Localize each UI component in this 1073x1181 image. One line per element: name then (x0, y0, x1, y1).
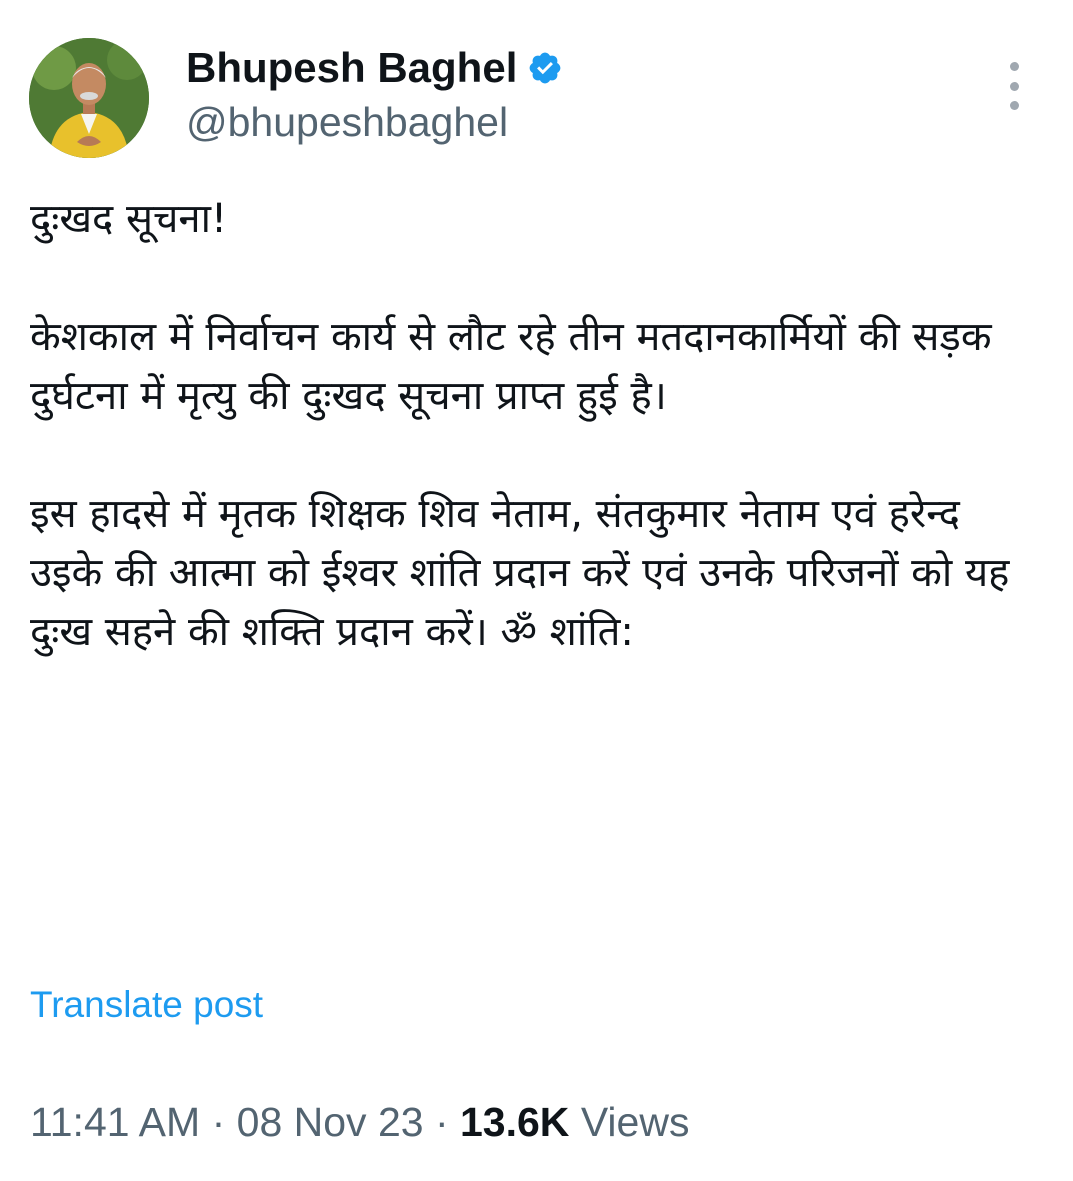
avatar-image (29, 38, 149, 158)
post-paragraph: इस हादसे में मृतक शिक्षक शिव नेताम, संतक… (30, 491, 1010, 655)
verified-badge-icon (527, 50, 563, 86)
views-count[interactable]: 13.6K (460, 1099, 569, 1145)
post-time[interactable]: 11:41 AM (30, 1099, 200, 1145)
post-header: Bhupesh Baghel @bhupeshbaghel (0, 0, 1073, 170)
author-handle[interactable]: @bhupeshbaghel (186, 96, 508, 148)
more-options-icon[interactable] (994, 62, 1034, 110)
more-dot (1009, 81, 1019, 91)
post-date[interactable]: 08 Nov 23 (237, 1099, 424, 1145)
views-label[interactable]: Views (569, 1099, 690, 1145)
author-name-row[interactable]: Bhupesh Baghel (186, 42, 563, 94)
post-metadata: 11:41 AM · 08 Nov 23 · 13.6K Views (30, 1094, 689, 1150)
more-dot (1009, 62, 1019, 71)
more-dot (1009, 101, 1019, 110)
post-paragraph: दुःखद सूचना! (30, 196, 228, 242)
translate-post-link[interactable]: Translate post (30, 980, 263, 1030)
post-text: दुःखद सूचना! केशकाल में निर्वाचन कार्य स… (30, 190, 1040, 721)
author-display-name[interactable]: Bhupesh Baghel (186, 42, 517, 94)
meta-separator: · (434, 1099, 460, 1145)
post-paragraph: केशकाल में निर्वाचन कार्य से लौट रहे तीन… (30, 314, 992, 419)
avatar[interactable] (29, 38, 149, 158)
meta-separator: · (211, 1099, 237, 1145)
